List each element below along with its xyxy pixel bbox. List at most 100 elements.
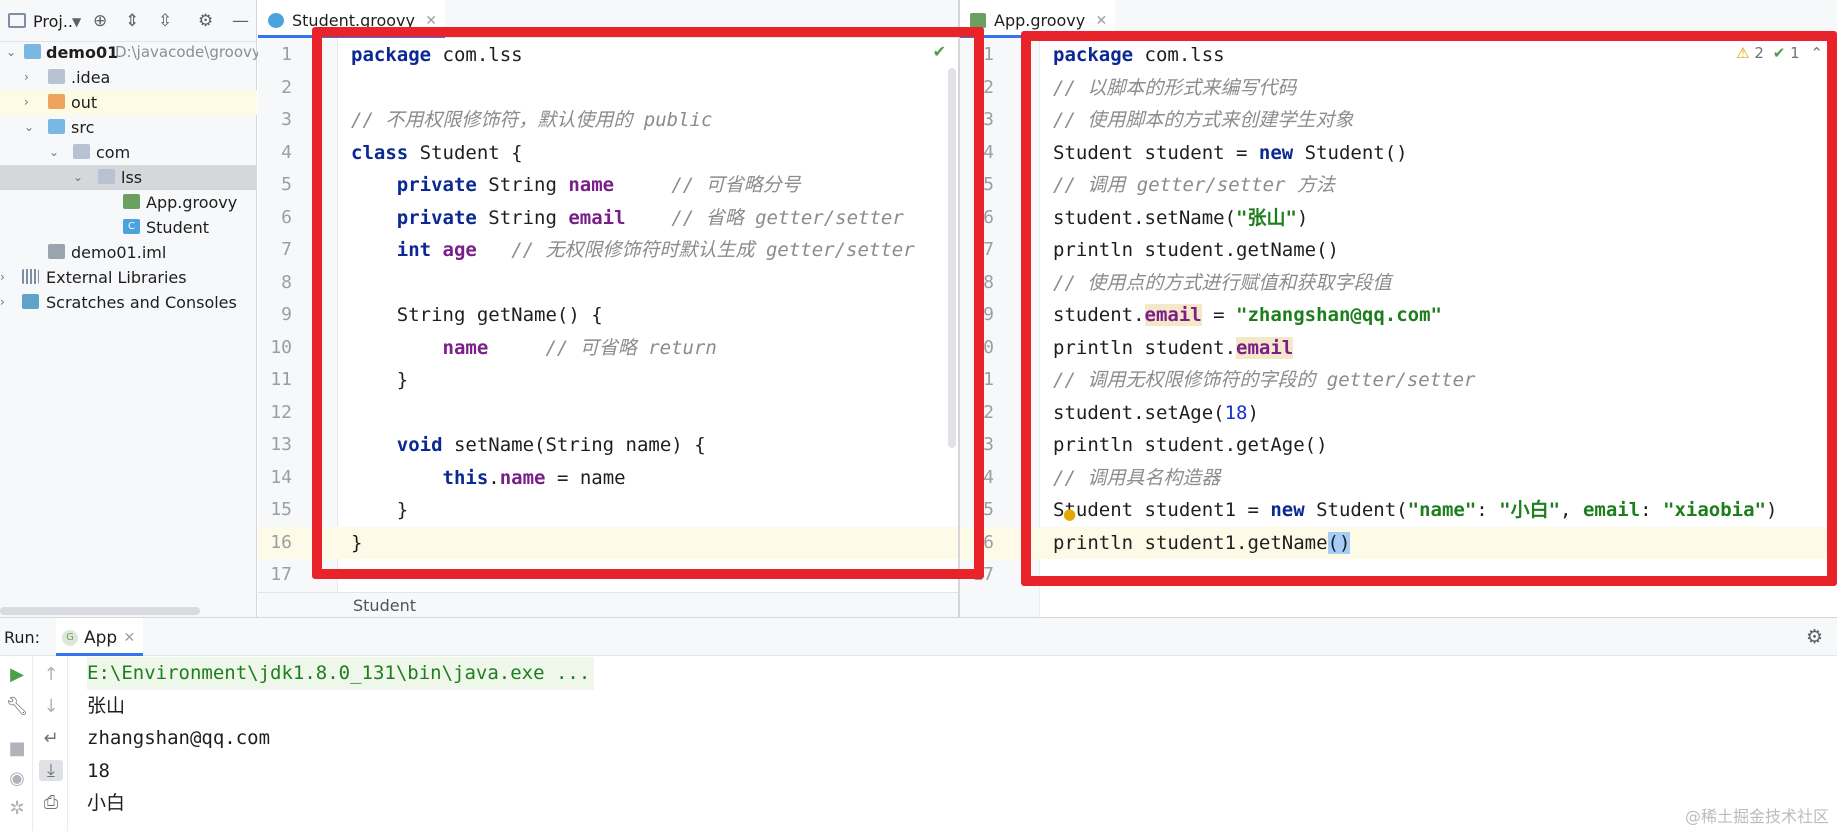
code-line[interactable]: 10 name // 可省略 return — [258, 332, 958, 365]
line-number: 16 — [270, 531, 292, 553]
left-code-editor[interactable]: 1 package com.lss 2 3 // 不用权限修饰符，默认使用的 publi… — [258, 38, 958, 592]
watermark: @稀土掘金技术社区 — [1684, 807, 1829, 826]
expand-all-icon[interactable]: ⇕ — [125, 11, 139, 31]
close-icon[interactable]: ✕ — [1096, 0, 1108, 42]
tree-item-lss[interactable]: ⌄ lss — [0, 165, 257, 190]
chevron-down-icon[interactable]: ▼ — [72, 15, 81, 29]
line-number: 4 — [983, 141, 994, 163]
horizontal-scrollbar[interactable] — [0, 607, 200, 615]
tree-item-com[interactable]: ⌄ com — [0, 140, 257, 165]
chevron-up-icon[interactable]: ⌃ — [1810, 44, 1823, 62]
arrow-down-icon[interactable]: ↓ — [39, 696, 63, 717]
lightbulb-icon[interactable]: ● — [1063, 505, 1076, 523]
console-output[interactable]: E:\Environment\jdk1.8.0_131\bin\java.exe… — [87, 656, 1837, 831]
code-line[interactable]: 9 String getName() { — [258, 299, 958, 332]
code-line[interactable]: 14 // 调用具名构造器 — [960, 462, 1837, 495]
tree-item-idea[interactable]: › .idea — [0, 65, 257, 90]
chevron-right-icon[interactable]: › — [24, 65, 29, 90]
gear-icon[interactable]: ⚙ — [198, 11, 213, 31]
code-line[interactable]: 2 — [258, 72, 958, 105]
code-line[interactable]: 2 // 以脚本的形式来编写代码 — [960, 72, 1837, 105]
line-number: 2 — [281, 76, 292, 98]
code-line[interactable]: 11 } — [258, 364, 958, 397]
camera-icon[interactable]: ◉ — [5, 768, 29, 789]
stop-icon[interactable]: ■ — [5, 738, 29, 759]
code-line[interactable]: 5 private String name // 可省略分号 — [258, 169, 958, 202]
line-number: 10 — [270, 336, 292, 358]
code-line[interactable]: 17 — [258, 559, 958, 592]
code-line[interactable]: 16 println student1.getName() — [960, 526, 1837, 559]
tab-app-groovy[interactable]: App.groovy ✕ — [960, 0, 1116, 38]
soft-wrap-icon[interactable]: ↵ — [39, 728, 63, 749]
close-icon[interactable]: ✕ — [123, 618, 135, 658]
tree-item-scratches[interactable]: › Scratches and Consoles — [0, 290, 257, 315]
code-line[interactable]: 5 // 调用 getter/setter 方法 — [960, 169, 1837, 202]
line-number: 14 — [972, 466, 994, 488]
code-line[interactable]: 13 println student.getAge() — [960, 429, 1837, 462]
arrow-up-icon[interactable]: ↑ — [39, 664, 63, 685]
tree-item-out[interactable]: › out — [0, 90, 257, 115]
code-line[interactable]: 17 — [960, 559, 1837, 592]
code-line[interactable]: 6 private String email // 省略 getter/sett… — [258, 202, 958, 235]
wrench-icon[interactable]: 🔧︎ — [5, 696, 29, 717]
run-header: Run: G App ✕ ⚙ — [0, 618, 1837, 656]
tree-item-app-groovy[interactable]: App.groovy — [0, 190, 257, 215]
code-line[interactable]: 6 student.setName("张山") — [960, 202, 1837, 235]
tree-item-student[interactable]: C Student — [0, 215, 257, 240]
code-line[interactable]: 11 // 调用无权限修饰符的字段的 getter/setter — [960, 364, 1837, 397]
line-number: 1 — [983, 44, 994, 65]
chevron-right-icon[interactable]: › — [0, 265, 5, 290]
tab-student-groovy[interactable]: Student.groovy ✕ — [258, 0, 445, 38]
code-line[interactable]: 1 package com.lss — [258, 39, 958, 72]
code-line[interactable]: 9 student.email = "zhangshan@qq.com" — [960, 299, 1837, 332]
code-line[interactable]: 8 // 使用点的方式进行赋值和获取字段值 — [960, 267, 1837, 300]
code-line[interactable]: 15 } — [258, 494, 958, 527]
code-line[interactable]: 14 this.name = name — [258, 462, 958, 495]
code-line[interactable]: 7 int age // 无权限修饰符时默认生成 getter/setter — [258, 234, 958, 267]
code-line[interactable]: 15 Student student1 = new Student("name":… — [960, 494, 1837, 527]
project-view-title[interactable]: Proj.. — [33, 12, 73, 31]
vertical-scrollbar[interactable] — [948, 68, 956, 448]
chevron-right-icon[interactable]: › — [0, 290, 5, 315]
code-line[interactable]: 13 void setName(String name) { — [258, 429, 958, 462]
chevron-down-icon[interactable]: ⌄ — [6, 40, 16, 65]
code-line[interactable]: 12 student.setAge(18) — [960, 397, 1837, 430]
chevron-down-icon[interactable]: ⌄ — [73, 165, 83, 190]
chevron-right-icon[interactable]: › — [24, 90, 29, 115]
print-icon[interactable]: ⎙ — [39, 792, 63, 813]
chevron-down-icon[interactable]: ⌄ — [49, 140, 59, 165]
code-line[interactable]: 3 // 使用脚本的方式来创建学生对象 — [960, 104, 1837, 137]
tree-item-src[interactable]: ⌄ src — [0, 115, 257, 140]
code-text: void setName(String name) { — [396, 434, 706, 456]
rerun-icon[interactable]: ▶ — [5, 664, 29, 685]
code-line[interactable]: 16} — [258, 526, 958, 559]
tab-run-app[interactable]: G App ✕ — [56, 618, 144, 658]
collapse-all-icon[interactable]: ⇳ — [158, 11, 172, 31]
code-line[interactable]: 10 println student.email — [960, 332, 1837, 365]
project-view-icon[interactable] — [8, 13, 26, 28]
tree-item-demo01-iml[interactable]: demo01.iml — [0, 240, 257, 265]
inspection-widget[interactable]: ⚠ 2 ✔ 1 ⌃ — [1736, 44, 1823, 62]
scroll-to-end-icon[interactable]: ⤓ — [39, 760, 63, 781]
code-line[interactable]: 4 class Student { — [258, 137, 958, 170]
project-toolbar: Proj.. ▼ ⊕ ⇕ ⇳ ⚙ — — [0, 0, 257, 42]
right-code-editor[interactable]: 1 package com.lss 2 // 以脚本的形式来编写代码 3 // 使用脚本的… — [960, 38, 1837, 617]
chevron-down-icon[interactable]: ⌄ — [24, 115, 34, 140]
locate-icon[interactable]: ⊕ — [93, 11, 107, 31]
code-line[interactable]: 7 println student.getName() — [960, 234, 1837, 267]
code-line[interactable]: 1 package com.lss — [960, 39, 1837, 72]
breadcrumb[interactable]: Student — [258, 592, 958, 617]
tree-item-demo01[interactable]: ⌄ demo01 D:\javacode\groovy — [0, 40, 261, 65]
class-icon — [268, 13, 284, 28]
code-line[interactable]: 3 // 不用权限修饰符，默认使用的 public — [258, 104, 958, 137]
code-line[interactable]: 12 — [258, 397, 958, 430]
check-count: 1 — [1790, 44, 1800, 62]
tree-item-external-libraries[interactable]: › External Libraries — [0, 265, 257, 290]
code-line[interactable]: 8 — [258, 267, 958, 300]
settings-icon[interactable]: ✲ — [5, 798, 29, 819]
close-icon[interactable]: ✕ — [425, 0, 437, 42]
minimize-icon[interactable]: — — [232, 11, 249, 31]
code-line[interactable]: 4 Student student = new Student() — [960, 137, 1837, 170]
gear-icon[interactable]: ⚙ — [1806, 626, 1823, 648]
code-text: name // 可省略 return — [442, 336, 717, 359]
